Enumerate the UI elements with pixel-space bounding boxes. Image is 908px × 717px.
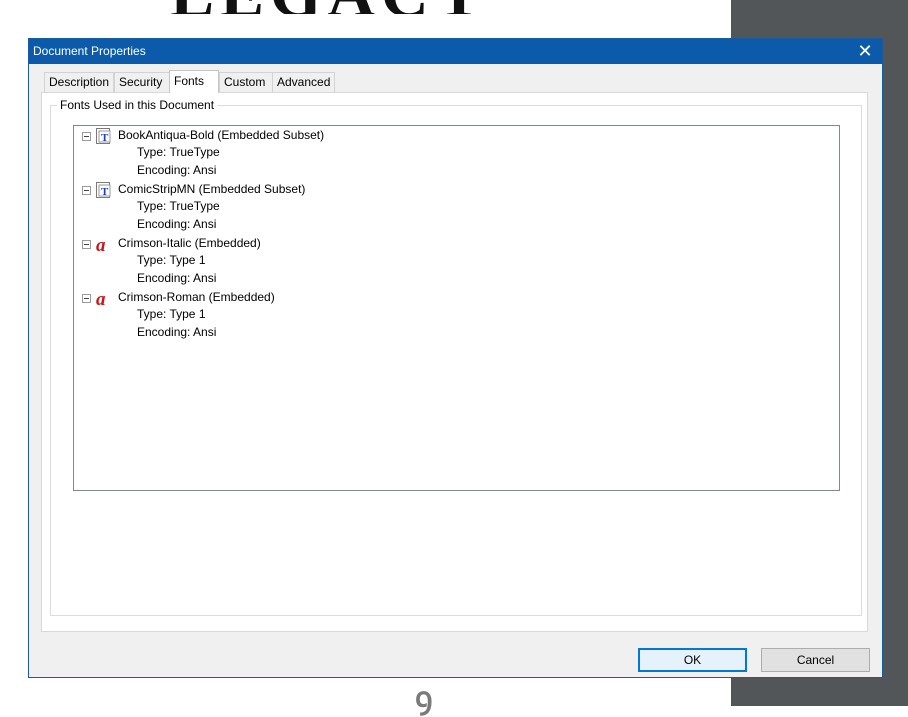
font-type: Type: Type 1 (137, 253, 206, 267)
font-name: ComicStripMN (Embedded Subset) (118, 182, 306, 196)
document-properties-dialog: Document Properties ✕ Description Securi… (28, 38, 883, 678)
type1-font-icon: a (96, 290, 106, 306)
font-name: Crimson-Italic (Embedded) (118, 236, 261, 250)
document-heading: LEGACY (170, 0, 570, 14)
svg-text:a: a (96, 290, 106, 306)
collapse-icon[interactable] (82, 186, 91, 195)
close-button[interactable]: ✕ (848, 39, 882, 64)
dialog-titlebar[interactable]: Document Properties ✕ (29, 39, 882, 64)
font-encoding: Encoding: Ansi (137, 163, 217, 177)
cancel-button[interactable]: Cancel (761, 648, 870, 672)
fonts-tree[interactable]: T BookAntiqua-Bold (Embedded Subset) Typ… (73, 125, 840, 491)
fonts-group: Fonts Used in this Document T BookAntiqu… (50, 98, 862, 616)
truetype-font-icon: T (96, 182, 111, 198)
font-encoding: Encoding: Ansi (137, 325, 217, 339)
font-name: BookAntiqua-Bold (Embedded Subset) (118, 128, 325, 142)
tab-security[interactable]: Security (114, 72, 170, 92)
collapse-icon[interactable] (82, 240, 91, 249)
font-encoding: Encoding: Ansi (137, 217, 217, 231)
svg-text:T: T (101, 186, 109, 198)
tab-fonts[interactable]: Fonts (169, 70, 219, 93)
type1-font-icon: a (96, 236, 106, 252)
fonts-tab-panel: Fonts Used in this Document T BookAntiqu… (41, 92, 868, 632)
document-graphic: ꝯ (415, 682, 433, 715)
tab-description[interactable]: Description (44, 72, 114, 92)
font-type: Type: TrueType (137, 145, 220, 159)
collapse-icon[interactable] (82, 294, 91, 303)
svg-text:T: T (101, 132, 109, 144)
font-type: Type: Type 1 (137, 307, 206, 321)
dialog-title: Document Properties (33, 44, 146, 58)
ok-button[interactable]: OK (638, 648, 747, 672)
font-name: Crimson-Roman (Embedded) (118, 290, 275, 304)
tab-custom[interactable]: Custom (219, 72, 273, 92)
tab-advanced[interactable]: Advanced (272, 72, 335, 92)
collapse-icon[interactable] (82, 132, 91, 141)
fonts-group-legend: Fonts Used in this Document (57, 98, 218, 112)
font-encoding: Encoding: Ansi (137, 271, 217, 285)
svg-text:a: a (96, 236, 106, 252)
truetype-font-icon: T (96, 128, 111, 144)
close-icon: ✕ (857, 41, 873, 61)
font-type: Type: TrueType (137, 199, 220, 213)
